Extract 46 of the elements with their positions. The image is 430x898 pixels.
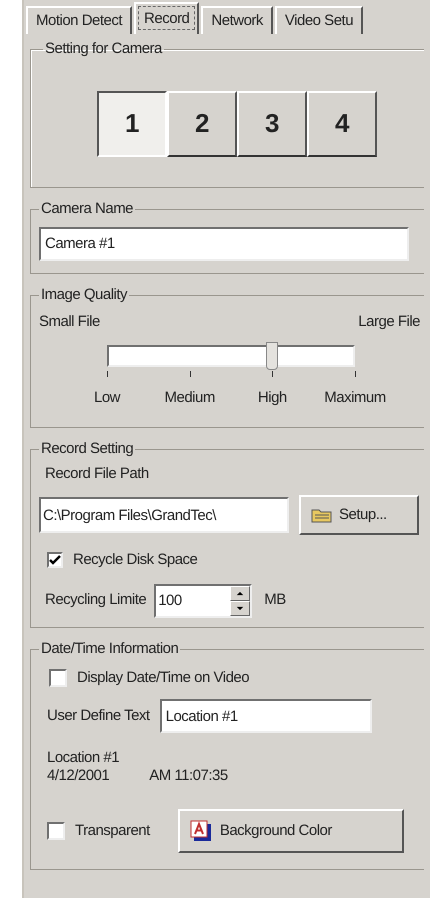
group-title: Date/Time Information (40, 639, 180, 659)
max-label: Large File (358, 312, 420, 332)
preview-time: AM 11:07:35 (149, 767, 228, 785)
tick-mark (272, 371, 274, 377)
tick-mark (190, 371, 191, 377)
preview-date: 4/12/2001 (47, 767, 110, 785)
font-color-icon (190, 820, 212, 842)
user-text-label: User Define Text (47, 706, 150, 726)
setup-button[interactable]: Setup... (299, 495, 419, 535)
checkbox[interactable] (47, 822, 65, 840)
tick-mark (107, 371, 108, 377)
group-title: Camera Name (40, 199, 134, 219)
camera-button[interactable]: 1 (97, 90, 167, 156)
user-text-field[interactable]: Location #1 (160, 699, 372, 733)
tab[interactable]: Motion Detect (26, 6, 132, 34)
file-path-field[interactable]: C:\Program Files\GrandTec\ (39, 497, 289, 533)
checkbox[interactable] (49, 668, 67, 687)
checkbox-label: Recycle Disk Space (73, 550, 198, 570)
path-label: Record File Path (45, 464, 150, 484)
limit-label: Recycling Limite (45, 590, 146, 610)
camera-button[interactable]: 2 (167, 90, 237, 156)
limit-spinner[interactable]: 100 (154, 584, 252, 618)
tick-label: High (258, 388, 287, 408)
tab[interactable]: Network (201, 6, 273, 34)
checkbox-label: Display Date/Time on Video (77, 668, 250, 688)
tick-label: Maximum (324, 388, 386, 408)
group-title: Image Quality (40, 285, 128, 305)
tab[interactable]: Video Setu (274, 6, 364, 34)
tick-mark (355, 371, 356, 377)
background-color-button[interactable]: Background Color (178, 809, 404, 853)
preview-text: Location #1 (47, 749, 120, 767)
slider-thumb[interactable] (266, 342, 278, 370)
check-icon (49, 555, 61, 566)
checkbox[interactable] (47, 552, 63, 568)
tab[interactable]: Record (134, 2, 200, 34)
group-title: Record Setting (40, 439, 134, 459)
group-title: Setting for Camera (44, 39, 164, 59)
unit-label: MB (264, 590, 286, 610)
camera-button[interactable]: 3 (237, 90, 307, 156)
checkbox-label: Transparent (75, 820, 150, 841)
min-label: Small File (39, 312, 100, 332)
camera-button[interactable]: 4 (307, 90, 377, 156)
tick-label: Medium (164, 388, 215, 408)
camera-name-field[interactable]: Camera #1 (39, 226, 409, 260)
folder-icon (311, 507, 333, 523)
tick-label: Low (94, 388, 120, 408)
